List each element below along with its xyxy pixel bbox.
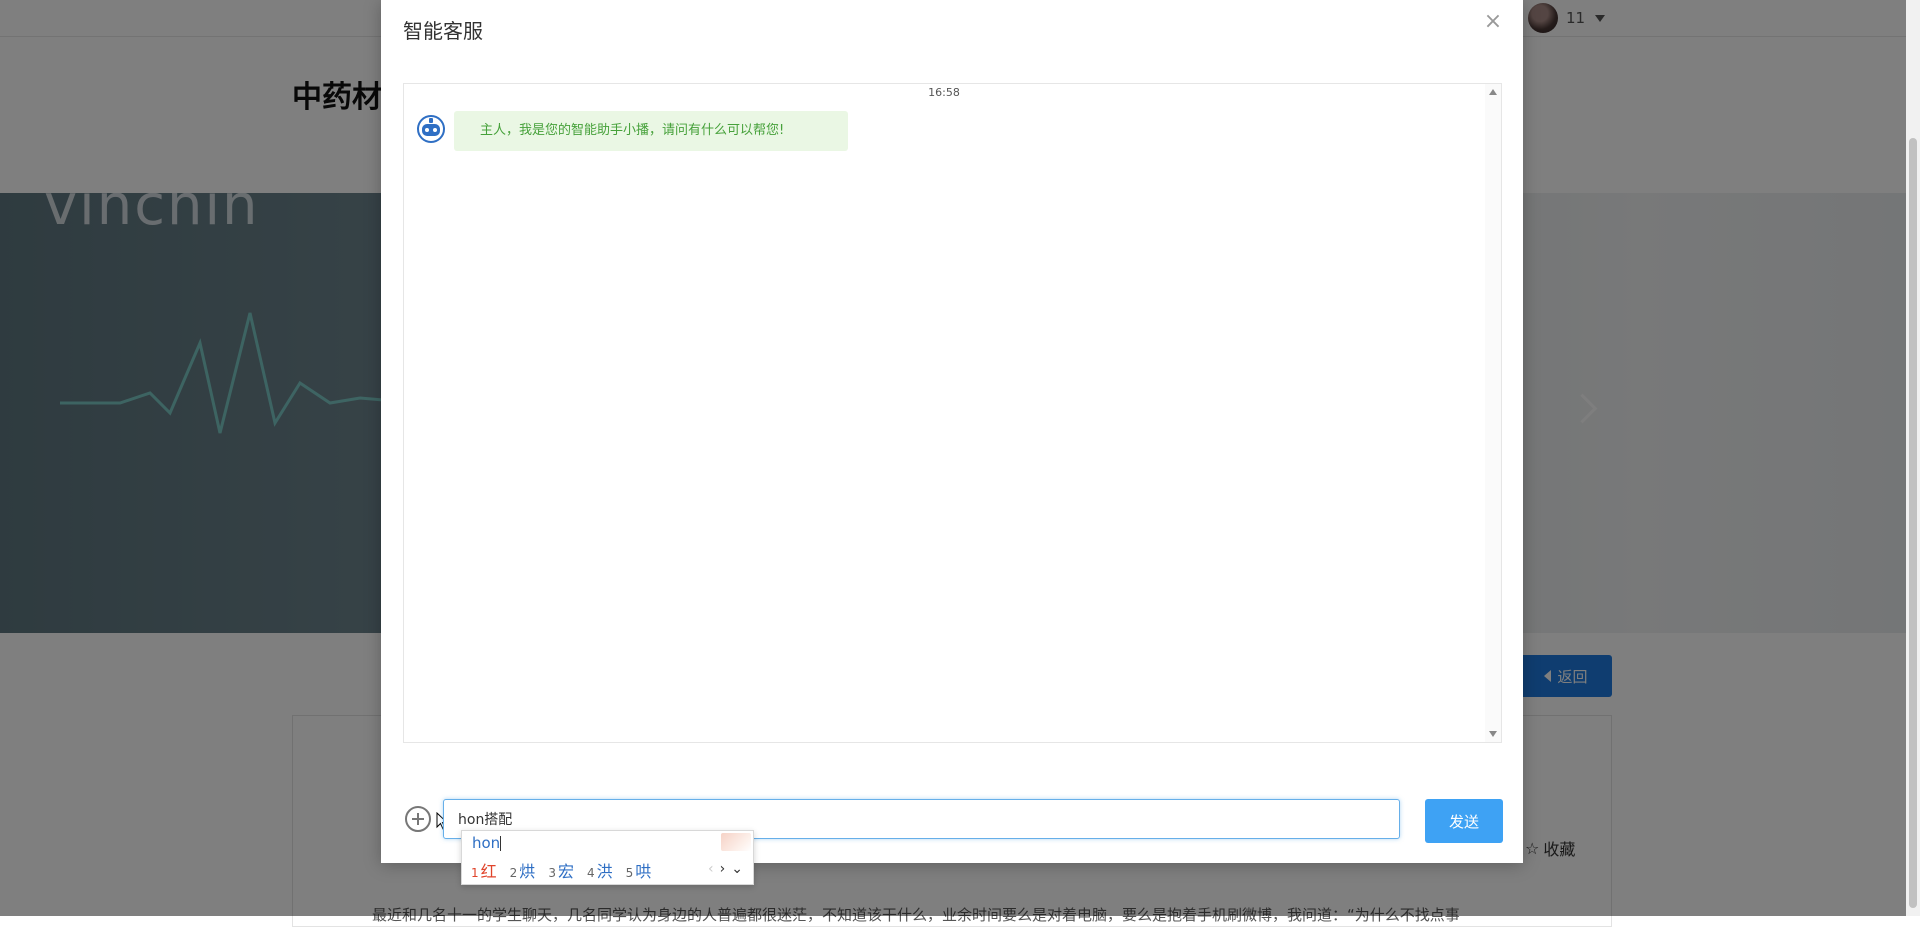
text-caret (500, 836, 502, 851)
scroll-up-icon[interactable] (1489, 89, 1497, 95)
ime-navigation: ‹ › ⌄ (708, 861, 743, 877)
chat-history[interactable]: 16:58 主人，我是您的智能助手小播，请问有什么可以帮您! (403, 83, 1502, 743)
ime-prev-icon[interactable]: ‹ (708, 861, 714, 877)
ime-candidate-window: hon 1红 2烘 3宏 4洪 5哄 ‹ › ⌄ (461, 830, 754, 885)
ime-next-icon[interactable]: › (720, 861, 726, 877)
ime-composition-text: hon (472, 834, 501, 852)
page-scrollbar-thumb[interactable] (1909, 138, 1917, 908)
robot-icon (417, 115, 445, 143)
bot-message: 主人，我是您的智能助手小播，请问有什么可以帮您! (454, 111, 848, 151)
ime-expand-icon[interactable]: ⌄ (731, 861, 743, 877)
customer-service-dialog: 智能客服 × 16:58 主人，我是您的智能助手小播，请问有什么可以帮您! 发送 (381, 0, 1523, 863)
send-button[interactable]: 发送 (1425, 799, 1503, 843)
ime-candidate[interactable]: 4洪 (587, 858, 613, 882)
ime-candidate[interactable]: 3宏 (548, 858, 574, 882)
chat-timestamp: 16:58 (928, 86, 960, 99)
add-attachment-icon[interactable] (405, 806, 431, 832)
scroll-down-icon[interactable] (1489, 731, 1497, 737)
ime-candidate[interactable]: 5哄 (626, 858, 652, 882)
ime-candidates: 1红 2烘 3宏 4洪 5哄 (471, 858, 651, 882)
chat-scrollbar[interactable] (1485, 84, 1501, 742)
close-icon[interactable]: × (1481, 10, 1505, 34)
page-scrollbar[interactable] (1906, 0, 1920, 916)
ime-composition: hon (472, 834, 502, 852)
ime-skin-decoration (721, 833, 751, 851)
dialog-title: 智能客服 (403, 19, 483, 43)
ime-candidate[interactable]: 2烘 (510, 858, 536, 882)
ime-candidate[interactable]: 1红 (471, 858, 497, 882)
